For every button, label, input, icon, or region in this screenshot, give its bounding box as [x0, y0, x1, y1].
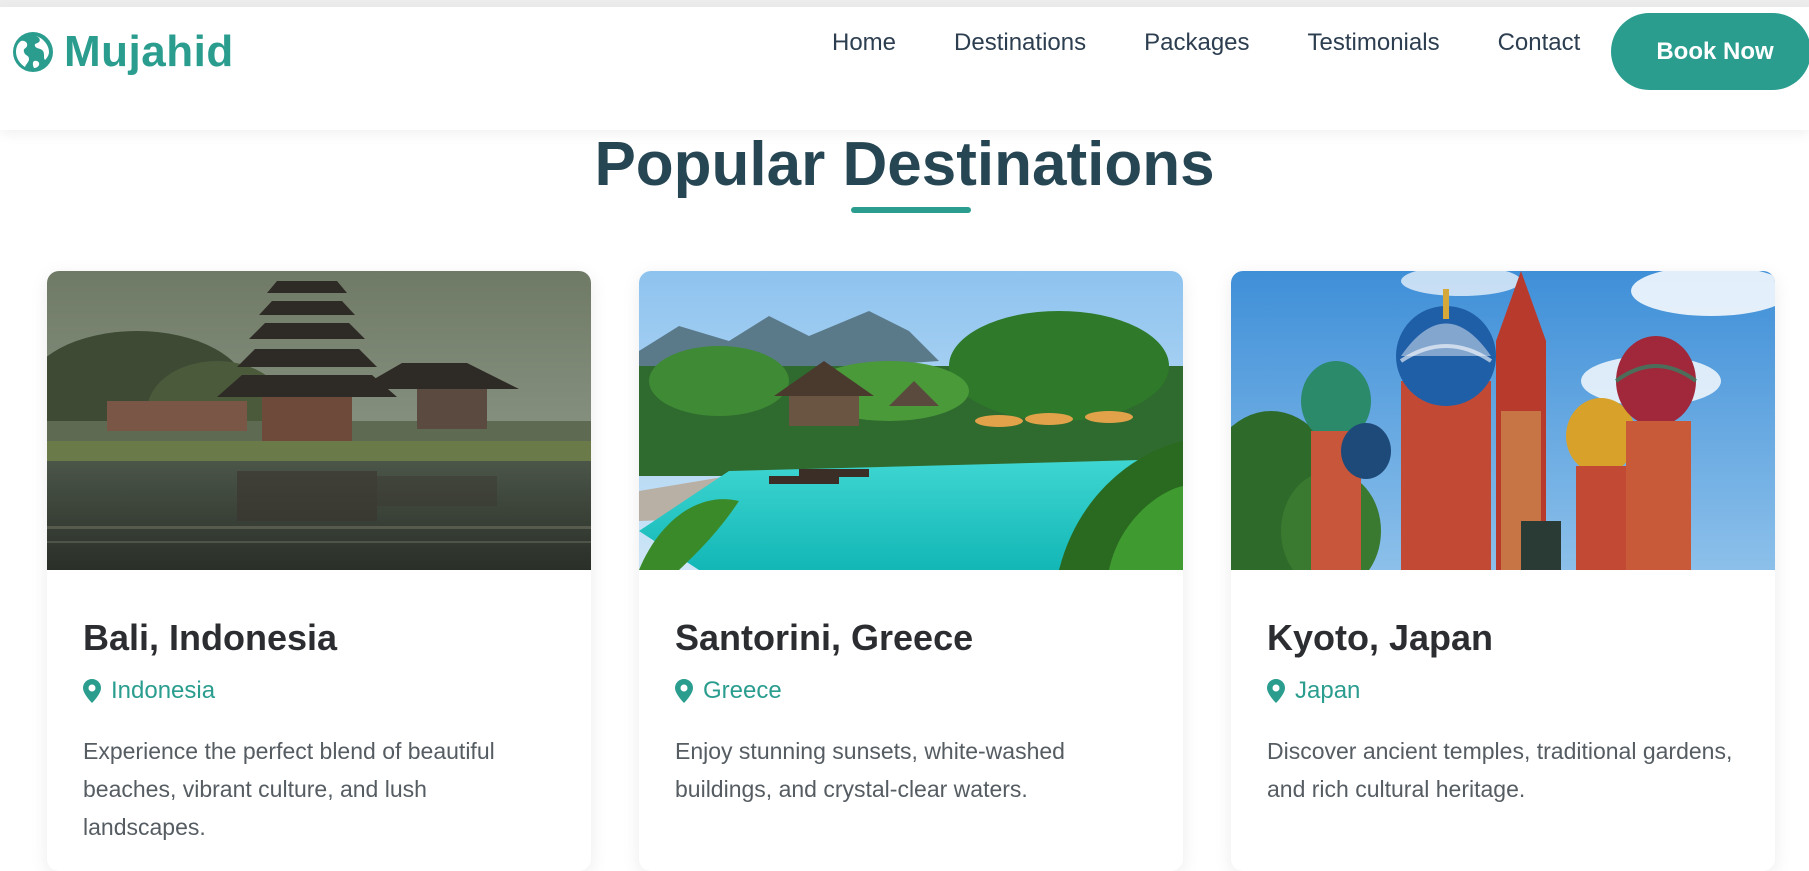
card-body: Kyoto, Japan Japan Discover ancient temp… — [1231, 570, 1775, 809]
location-label: Greece — [703, 677, 782, 705]
navbar: Mujahid Home Destinations Packages Testi… — [0, 7, 1809, 130]
destination-description: Experience the perfect blend of beautifu… — [83, 738, 495, 841]
card-body: Santorini, Greece Greece Enjoy stunning … — [639, 570, 1183, 809]
bali-temple-lake-photo — [47, 271, 591, 570]
location-label: Indonesia — [111, 677, 216, 705]
nav-link-testimonials[interactable]: Testimonials — [1308, 26, 1440, 60]
section-title: Popular Destinations — [594, 130, 1215, 199]
nav-link-home[interactable]: Home — [832, 26, 896, 60]
destination-title: Santorini, Greece — [675, 617, 974, 658]
main-nav: Home Destinations Packages Testimonials … — [832, 26, 1580, 60]
brand-logo[interactable]: Mujahid — [12, 30, 234, 74]
title-underline — [851, 207, 971, 213]
globe-icon — [13, 32, 53, 72]
map-pin-icon — [83, 679, 101, 704]
nav-link-contact[interactable]: Contact — [1498, 26, 1581, 60]
location-label: Japan — [1295, 677, 1361, 705]
destination-card-bali[interactable]: Bali, Indonesia Indonesia Experience the… — [47, 271, 591, 871]
destination-description: Discover ancient temples, traditional ga… — [1267, 738, 1733, 803]
destination-location: Japan — [1267, 677, 1739, 705]
card-body: Bali, Indonesia Indonesia Experience the… — [47, 570, 591, 847]
destination-location: Greece — [675, 677, 1147, 705]
st-basils-cathedral-photo — [1231, 271, 1775, 570]
brand-name: Mujahid — [64, 27, 234, 76]
tropical-resort-pool-photo — [639, 271, 1183, 570]
map-pin-icon — [1267, 679, 1285, 704]
destination-location: Indonesia — [83, 677, 555, 705]
nav-link-packages[interactable]: Packages — [1144, 26, 1249, 60]
browser-top-strip — [0, 0, 1809, 7]
map-pin-icon — [675, 679, 693, 704]
destination-title: Kyoto, Japan — [1267, 617, 1494, 658]
destination-description: Enjoy stunning sunsets, white-washed bui… — [675, 738, 1065, 803]
book-now-button[interactable]: Book Now — [1611, 13, 1809, 90]
nav-link-destinations[interactable]: Destinations — [954, 26, 1086, 60]
destination-card-kyoto[interactable]: Kyoto, Japan Japan Discover ancient temp… — [1231, 271, 1775, 871]
destination-card-santorini[interactable]: Santorini, Greece Greece Enjoy stunning … — [639, 271, 1183, 871]
destination-title: Bali, Indonesia — [83, 617, 338, 658]
